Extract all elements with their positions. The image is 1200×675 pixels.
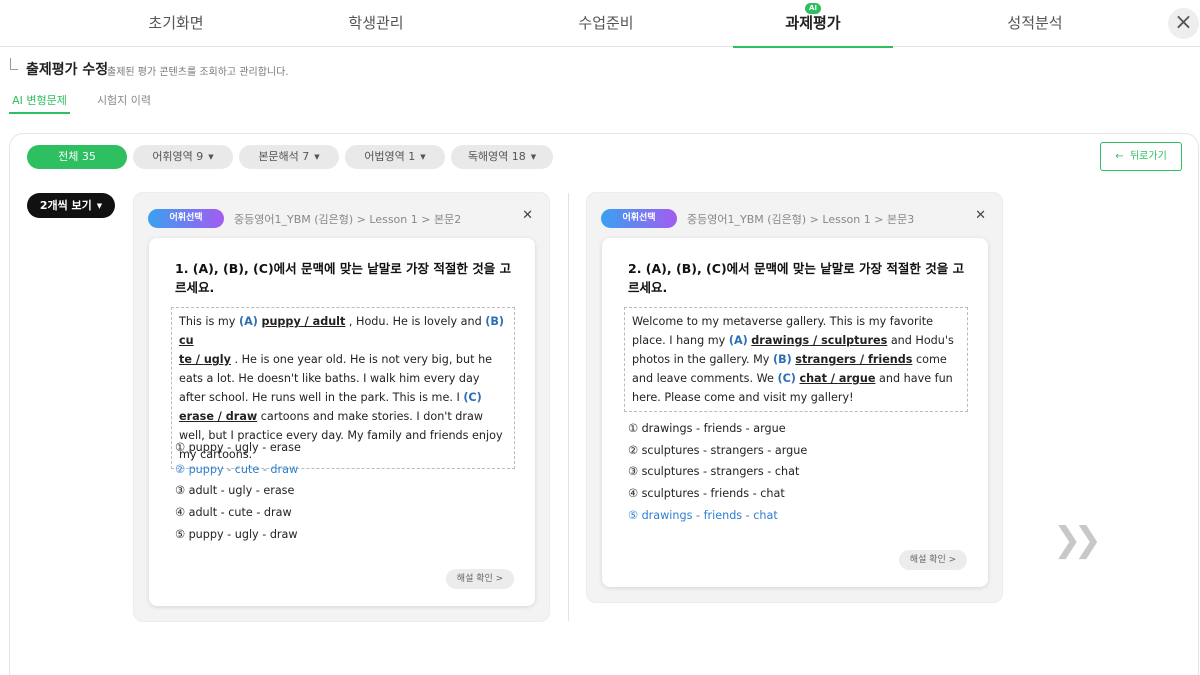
blank-label-c: (C) xyxy=(777,372,796,385)
caret-down-icon: ▼ xyxy=(208,153,214,161)
ai-badge: AI xyxy=(805,3,821,14)
back-button[interactable]: ← 뒤로가기 xyxy=(1100,142,1182,171)
nav-tab-assessment-label: 과제평가 xyxy=(785,14,841,32)
options-list: ① drawings - friends - argue ② sculpture… xyxy=(628,418,968,526)
view-mode-label: 2개씩 보기 xyxy=(39,199,92,212)
blank-label-b: (B) xyxy=(485,315,505,328)
category-tag: 어휘선택 xyxy=(148,209,224,228)
blank-label-a: (A) xyxy=(728,334,748,347)
nav-tab-home[interactable]: 초기화면 xyxy=(96,0,256,47)
filter-grammar[interactable]: 어법영역 1 ▼ xyxy=(345,145,445,169)
passage-box: Welcome to my metaverse gallery. This is… xyxy=(624,307,968,412)
choice-word: te xyxy=(179,353,192,366)
subtab-ai-variant[interactable]: AI 변형문제 xyxy=(9,91,70,114)
close-icon[interactable]: ✕ xyxy=(975,208,986,223)
caret-down-icon: ▼ xyxy=(96,201,103,210)
close-icon[interactable]: × xyxy=(1168,8,1199,39)
source-path: 중등영어1_YBM (김은형) > Lesson 1 > 본문3 xyxy=(687,213,915,226)
source-path: 중등영어1_YBM (김은형) > Lesson 1 > 본문2 xyxy=(234,213,462,226)
caret-down-icon: ▼ xyxy=(420,153,426,161)
question-title: 2. (A), (B), (C)에서 문맥에 맞는 낱말로 가장 적절한 것을 … xyxy=(628,261,965,295)
nav-tab-students[interactable]: 학생관리 xyxy=(296,0,456,47)
choice-separator: / xyxy=(826,372,839,385)
choice-word: ugly xyxy=(203,353,231,366)
filter-vocabulary-label: 어휘영역 9 xyxy=(152,150,204,163)
choice-word: strangers xyxy=(795,353,857,366)
question-body: 1. (A), (B), (C)에서 문맥에 맞는 낱말로 가장 적절한 것을 … xyxy=(149,238,535,606)
choice-separator: / xyxy=(213,410,226,423)
choice-word: erase xyxy=(179,410,214,423)
subtab-exam-history[interactable]: 시험지 이력 xyxy=(88,91,160,114)
filter-translation-label: 본문해석 7 xyxy=(258,150,310,163)
choice-separator: / xyxy=(191,353,204,366)
passage-text: , Hodu. He is lovely and xyxy=(345,315,486,328)
answer-option[interactable]: ④ sculptures - friends - chat xyxy=(628,483,968,505)
filter-all[interactable]: 전체 35 xyxy=(27,145,127,169)
choice-separator: / xyxy=(300,315,313,328)
back-button-label: 뒤로가기 xyxy=(1129,151,1167,162)
question-title: 1. (A), (B), (C)에서 문맥에 맞는 낱말로 가장 적절한 것을 … xyxy=(175,261,512,295)
explanation-button[interactable]: 해설 확인 > xyxy=(899,550,967,570)
blank-label-c: (C) xyxy=(463,391,482,404)
question-card-2: 어휘선택 중등영어1_YBM (김은형) > Lesson 1 > 본문3 ✕ … xyxy=(586,192,1003,603)
answer-option[interactable]: ④ adult - cute - draw xyxy=(175,502,515,524)
choice-word: friends xyxy=(867,353,913,366)
options-list: ① puppy - ugly - erase ② puppy - cute - … xyxy=(175,437,515,545)
caret-down-icon: ▼ xyxy=(530,153,537,161)
filter-grammar-label: 어법영역 1 xyxy=(364,150,416,163)
arrow-left-icon: ← xyxy=(1115,151,1124,162)
blank-label-a: (A) xyxy=(239,315,258,328)
nav-tab-assessment[interactable]: 과제평가 AI xyxy=(733,0,893,48)
sub-tabs: AI 변형문제 시험지 이력 xyxy=(0,91,1200,114)
filter-reading[interactable]: 독해영역 18 ▼ xyxy=(451,145,553,169)
choice-word: cu xyxy=(179,334,194,347)
choice-separator: / xyxy=(809,334,822,347)
view-mode-button[interactable]: 2개씩 보기 ▼ xyxy=(27,193,115,218)
caret-down-icon: ▼ xyxy=(314,153,320,161)
answer-option[interactable]: ① puppy - ugly - erase xyxy=(175,437,515,459)
answer-option[interactable]: ① drawings - friends - argue xyxy=(628,418,968,440)
choice-separator: / xyxy=(856,353,868,366)
filter-reading-label: 독해영역 18 xyxy=(467,150,526,163)
passage-text: This is my xyxy=(179,315,239,328)
answer-option[interactable]: ⑤ puppy - ugly - draw xyxy=(175,524,515,546)
choice-word: argue xyxy=(838,372,876,385)
choice-word: draw xyxy=(225,410,258,423)
question-card-1: 어휘선택 중등영어1_YBM (김은형) > Lesson 1 > 본문2 ✕ … xyxy=(133,192,550,622)
answer-option-correct[interactable]: ⑤ drawings - friends - chat xyxy=(628,505,968,527)
choice-word: sculptures xyxy=(821,334,888,347)
answer-option-correct[interactable]: ② puppy - cute - draw xyxy=(175,459,515,481)
double-chevron-right-icon[interactable]: ❯❯ xyxy=(1053,520,1102,560)
close-icon[interactable]: ✕ xyxy=(522,208,533,223)
choice-word: drawings xyxy=(751,334,810,347)
choice-word: chat xyxy=(799,372,827,385)
title-corner-mark xyxy=(10,58,18,70)
answer-option[interactable]: ② sculptures - strangers - argue xyxy=(628,440,968,462)
category-tag: 어휘선택 xyxy=(601,209,677,228)
page-title: 출제평가 수정 xyxy=(26,62,109,78)
nav-tab-grade-analysis[interactable]: 성적분석 xyxy=(955,0,1115,47)
filter-translation[interactable]: 본문해석 7 ▼ xyxy=(239,145,339,169)
top-navigation: 초기화면 학생관리 수업준비 과제평가 AI 성적분석 × xyxy=(0,0,1200,48)
column-divider xyxy=(568,193,569,621)
question-body: 2. (A), (B), (C)에서 문맥에 맞는 낱말로 가장 적절한 것을 … xyxy=(602,238,988,587)
answer-option[interactable]: ③ sculptures - strangers - chat xyxy=(628,461,968,483)
nav-tab-class-prep[interactable]: 수업준비 xyxy=(526,0,686,47)
choice-word: adult xyxy=(312,315,346,328)
explanation-button[interactable]: 해설 확인 > xyxy=(446,569,514,589)
choice-word: puppy xyxy=(261,315,301,328)
page-description: 출제된 평가 콘텐츠를 조회하고 관리합니다. xyxy=(107,67,289,78)
blank-label-b: (B) xyxy=(772,353,792,366)
filter-vocabulary[interactable]: 어휘영역 9 ▼ xyxy=(133,145,233,169)
answer-option[interactable]: ③ adult - ugly - erase xyxy=(175,480,515,502)
